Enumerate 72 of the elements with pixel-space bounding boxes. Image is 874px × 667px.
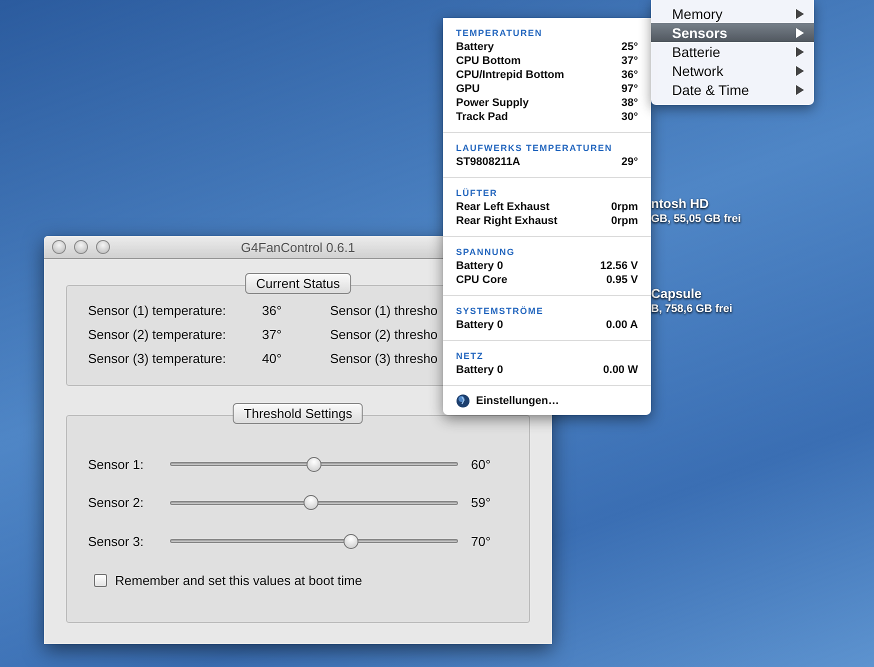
disk-info: GB, 55,05 GB frei	[651, 212, 741, 227]
checkbox[interactable]	[94, 574, 107, 586]
sensor-value: 97°	[621, 82, 638, 96]
close-icon[interactable]	[52, 240, 66, 254]
sensor-value: 36°	[621, 68, 638, 82]
disk-info: B, 758,6 GB frei	[651, 302, 732, 317]
slider-reading: 59°	[471, 495, 491, 510]
group-title: Current Status	[245, 273, 351, 294]
sensor-label: Sensor (2) temperature:	[88, 326, 228, 342]
menu-item[interactable]: Network	[651, 61, 814, 80]
section-heading: LÜFTER	[456, 187, 498, 200]
sensor-name: Battery 0	[456, 318, 504, 332]
section-heading: TEMPERATUREN	[456, 27, 544, 40]
menu-item[interactable]: Memory	[651, 4, 814, 23]
sensor-name: GPU	[456, 82, 480, 96]
threshold-slider[interactable]	[170, 533, 458, 550]
slider-reading: 70°	[471, 534, 491, 549]
sensor-value: 0rpm	[611, 200, 638, 214]
sensor-name: Battery 0	[456, 363, 504, 377]
sensor-value: 38°	[621, 96, 638, 110]
threshold-label: Sensor (3) thresho	[330, 350, 438, 366]
sensor-label: Sensor (3) temperature:	[88, 350, 228, 366]
sensor-name: CPU/Intrepid Bottom	[456, 68, 564, 82]
slider-thumb[interactable]	[306, 456, 322, 472]
temperature-value: 36°	[262, 302, 283, 318]
temperature-value: 40°	[262, 350, 283, 366]
sensor-value: 0.95 V	[606, 273, 638, 287]
settings-menu-item[interactable]: Einstellungen…	[476, 395, 560, 407]
threshold-slider[interactable]	[170, 494, 458, 511]
globe-icon	[456, 394, 470, 408]
sensor-name: Power Supply	[456, 96, 529, 110]
sensor-value: 12.56 V	[600, 259, 638, 273]
threshold-label: Sensor (1) thresho	[330, 302, 438, 318]
group-title: Threshold Settings	[232, 403, 364, 424]
sensor-name: Rear Left Exhaust	[456, 200, 550, 214]
window-title: G4FanControl 0.6.1	[240, 240, 356, 254]
threshold-label: Sensor (2) thresho	[330, 326, 438, 342]
slider-label: Sensor 3:	[88, 534, 145, 549]
sensor-name: Track Pad	[456, 110, 508, 124]
slider-label: Sensor 1:	[88, 456, 145, 472]
sensor-value: 0.00 W	[603, 363, 638, 377]
sensor-value: 30°	[621, 110, 638, 124]
disk-name: ntosh HD	[651, 196, 710, 212]
sensor-name: Rear Right Exhaust	[456, 214, 558, 228]
sensor-name: Battery 0	[456, 259, 504, 273]
sensor-label: Sensor (1) temperature:	[88, 302, 228, 318]
sensor-value: 0.00 A	[606, 318, 638, 332]
sensor-value: 37°	[621, 54, 638, 68]
section-heading: NETZ	[456, 350, 484, 363]
menu-item[interactable]: Date & Time	[651, 80, 814, 99]
sensor-name: Battery	[456, 40, 494, 54]
slider-thumb[interactable]	[304, 495, 319, 510]
checkbox-label: Remember and set this values at boot time	[115, 572, 362, 588]
sensor-value: 0rpm	[611, 214, 638, 228]
sensor-name: ST9808211A	[456, 155, 520, 169]
section-heading: SYSTEMSTRÖME	[456, 305, 545, 318]
temperature-value: 37°	[262, 326, 283, 342]
section-heading: LAUFWERKS TEMPERATUREN	[456, 142, 614, 155]
menu-item[interactable]: Sensors	[651, 23, 814, 42]
section-heading: SPANNUNG	[456, 246, 516, 259]
slider-thumb[interactable]	[344, 534, 359, 549]
menu-item[interactable]: Batterie	[651, 42, 814, 61]
slider-reading: 60°	[471, 456, 491, 472]
sensor-name: CPU Core	[456, 273, 508, 287]
sensor-value: 29°	[621, 155, 638, 169]
sensor-value: 25°	[621, 40, 638, 54]
disk-name: Capsule	[651, 286, 703, 302]
sensor-name: CPU Bottom	[456, 54, 521, 68]
threshold-slider[interactable]	[170, 456, 458, 472]
slider-label: Sensor 2:	[88, 495, 145, 510]
zoom-icon[interactable]	[96, 240, 110, 254]
minimize-icon[interactable]	[74, 240, 88, 254]
